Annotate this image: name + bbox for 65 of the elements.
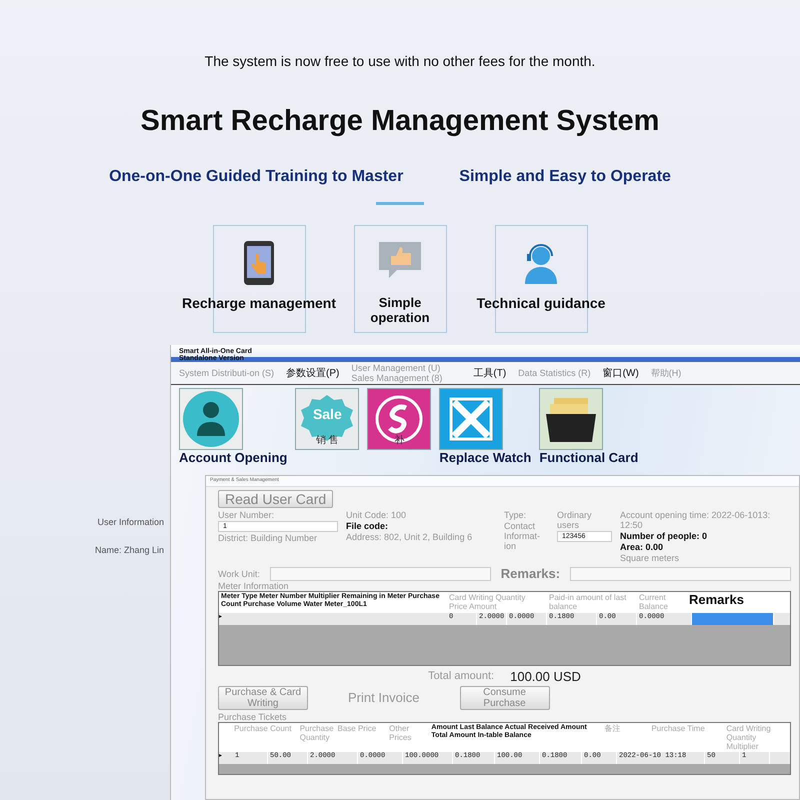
menu-item[interactable]: 工具(T): [473, 366, 506, 380]
column-header: Other Prices: [388, 722, 412, 744]
column-header: 备注: [603, 722, 622, 735]
tagline: One-on-One Guided Training to Master: [109, 168, 404, 186]
sale-badge-icon: [299, 394, 356, 444]
column-header: Paid-in amount of last balance: [548, 592, 628, 613]
accent-rule: [376, 202, 424, 205]
read-card-button[interactable]: Read User Card: [218, 490, 334, 508]
menu-item[interactable]: User Management (U) Sales Management (8): [351, 363, 462, 383]
total-value: 100.00 USD: [510, 668, 581, 684]
info-label: Contact Informat-ion: [504, 521, 542, 552]
info-label: Address: 802, Unit 2, Building 6: [346, 532, 474, 542]
feature-label: Recharge management: [182, 295, 336, 311]
input-field[interactable]: [270, 566, 491, 581]
toolbar-button[interactable]: [539, 388, 604, 450]
toolbar-button[interactable]: [179, 388, 243, 450]
section-label: Purchase Tickets: [218, 712, 288, 722]
info-label: Account opening time: 2022-06-1013: 12:50: [620, 510, 772, 530]
action-button[interactable]: Purchase & Card Writing: [218, 686, 308, 710]
remarks-label: Remarks:: [500, 566, 560, 582]
total-label: Total amount:: [428, 670, 494, 682]
notice-text: The system is now free to use with no other fees for the month.: [204, 53, 596, 69]
menu-item[interactable]: Data Statistics (R): [518, 368, 591, 378]
info-label: Work Unit:: [218, 568, 260, 579]
toolbar-button[interactable]: Sale 销 售: [295, 388, 360, 450]
info-text: File code:: [346, 521, 390, 532]
column-header: Card Writing Quantity Multiplier: [725, 722, 772, 752]
info-label: Name: Zhang Lin: [94, 545, 165, 555]
print-invoice-button[interactable]: Print Invoice: [348, 690, 420, 706]
feature-label: Simple operation: [369, 295, 431, 325]
info-text: Number of people: 0: [620, 531, 708, 542]
tagline: Simple and Easy to Operate: [459, 168, 671, 186]
info-label: Type:: [504, 510, 528, 520]
column-header: Remarks: [688, 592, 745, 610]
tool-label: Functional Card: [539, 451, 638, 466]
column-header: Purchase Count: [233, 722, 292, 735]
info-label: Square meters: [620, 553, 680, 564]
swirl-icon: [374, 394, 424, 444]
column-header: Current Balance: [638, 592, 669, 613]
person-circle-icon: [182, 390, 240, 448]
info-label: User Information: [97, 517, 165, 527]
page-title: Smart Recharge Management System: [140, 105, 660, 138]
badge-text: Sale: [312, 406, 342, 422]
tool-label: Replace Watch: [439, 451, 532, 466]
feature-label: Technical guidance: [476, 295, 606, 311]
section-label: Meter Information: [218, 581, 290, 592]
menu-item[interactable]: 参数设置(P): [286, 366, 340, 380]
info-label: Unit Code: 100: [346, 510, 408, 520]
tool-label: 销 售: [314, 434, 340, 447]
column-header: Base Price: [336, 722, 378, 735]
action-button[interactable]: Consume Purchase: [460, 686, 550, 710]
menu-item[interactable]: 窗口(W): [602, 366, 639, 380]
info-label: User Number:: [218, 510, 276, 520]
input-field[interactable]: [570, 566, 792, 581]
info-text: Area: 0.00: [620, 542, 664, 552]
column-header: Purchase Time: [650, 722, 706, 735]
info-label: District: Building Number: [218, 533, 318, 544]
info-label: Ordinary users: [557, 510, 593, 530]
tablet-hand-icon: [242, 240, 276, 286]
column-header: Purchase Quantity: [298, 722, 335, 744]
menu-item[interactable]: System Distributi-on (S): [179, 368, 274, 378]
thumbs-up-icon: [377, 240, 423, 280]
tool-label: Account Opening: [179, 451, 288, 466]
column-header: Card Writing Quantity Price Amount: [448, 592, 526, 613]
menu-item[interactable]: 帮助(H): [650, 366, 682, 380]
